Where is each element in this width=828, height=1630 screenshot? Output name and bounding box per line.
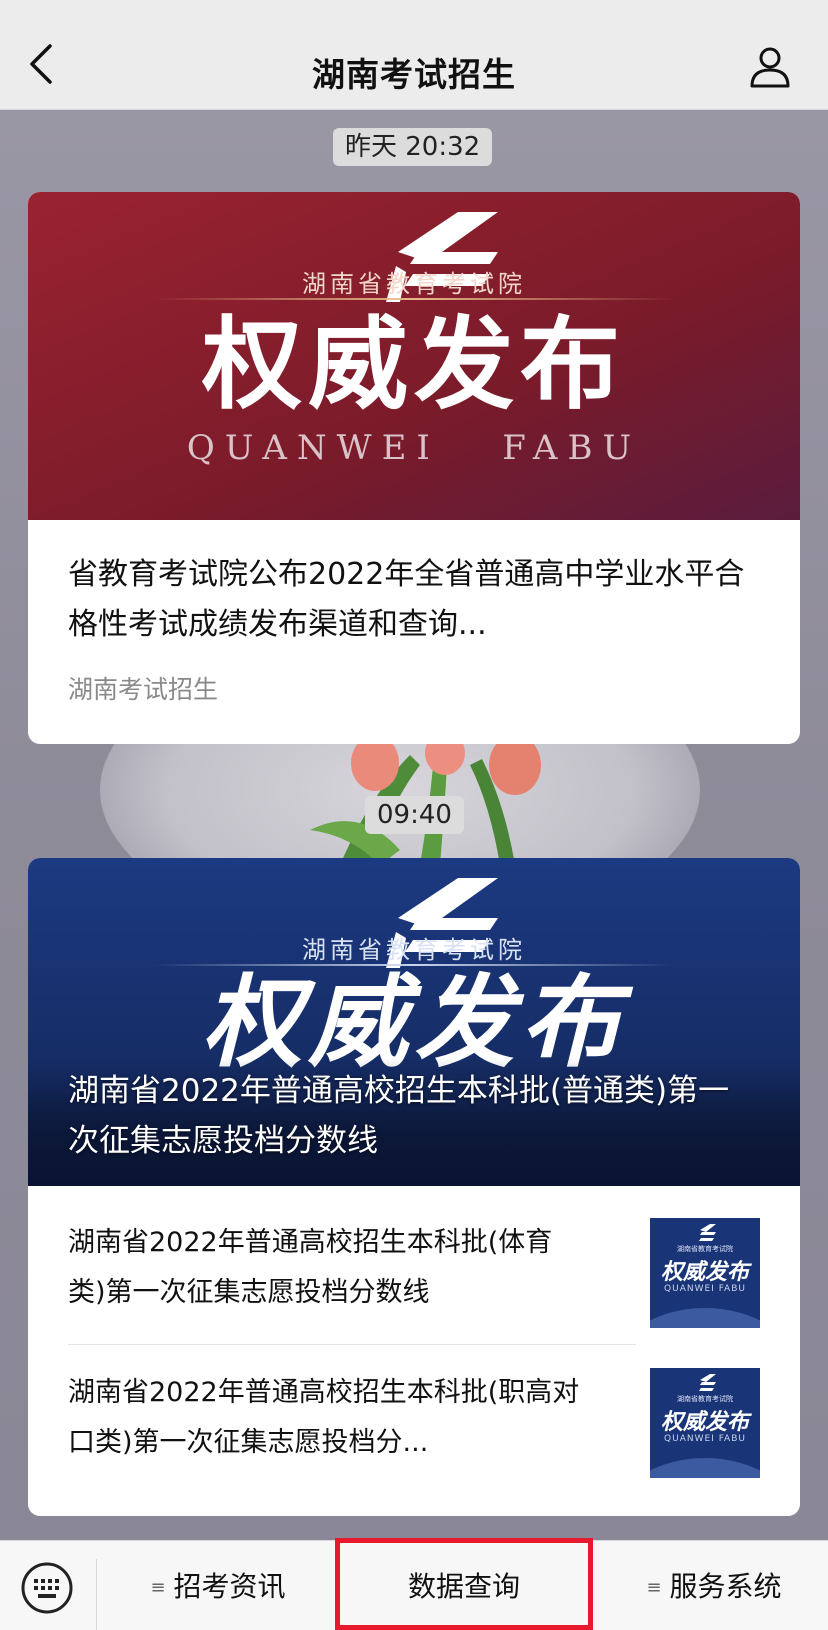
list-item[interactable]: 湖南省2022年普通高校招生本科批(职高对口类)第一次征集志愿投档分... 湖南… (28, 1338, 800, 1516)
thumb-pinyin: QUANWEI FABU (664, 1434, 746, 1444)
keyboard-icon[interactable] (20, 1561, 74, 1615)
banner-pinyin: QUANWEI FABU (186, 428, 642, 468)
thumb-pinyin: QUANWEI FABU (664, 1284, 746, 1294)
article-title[interactable]: 湖南省2022年普通高校招生本科批(职高对口类)第一次征集志愿投档分... (68, 1368, 588, 1468)
banner-headline: 权威发布 (202, 306, 626, 423)
message-timestamp: 09:40 (365, 796, 464, 834)
banner-rule (154, 298, 674, 300)
menu-item-exam-news[interactable]: ≡ 招考资讯 (100, 1541, 336, 1630)
thumb-org: 湖南省教育考试院 (677, 1395, 733, 1403)
page-title: 湖南考试招生 (312, 55, 516, 94)
article-title[interactable]: 省教育考试院公布2022年全省普通高中学业水平合格性考试成绩发布渠道和查询... (68, 550, 760, 650)
article-thumbnail: 湖南省教育考试院 权威发布 QUANWEI FABU (615, 1218, 795, 1428)
article-thumbnail: 湖南省教育考试院 权威发布 QUANWEI FABU (615, 1368, 795, 1516)
menu-list-icon: ≡ (150, 1577, 166, 1598)
person-icon[interactable] (748, 44, 792, 88)
divider (96, 1559, 97, 1630)
lead-article-cover[interactable]: 湖南省教育考试院 权威发布 湖南省2022年普通高校招生本科批(普通类)第一次征… (28, 858, 800, 1186)
banner-org-name: 湖南省教育考试院 (302, 936, 526, 964)
menu-item-label: 招考资讯 (173, 1570, 286, 1603)
article-card[interactable]: 湖南省教育考试院 权威发布 QUANWEI FABU 省教育考试院公布2022年… (28, 192, 800, 744)
highlight-annotation-box (335, 1538, 593, 1630)
banner-org-name: 湖南省教育考试院 (302, 270, 526, 298)
menu-item-label: 服务系统 (669, 1570, 782, 1603)
article-cover-banner: 湖南省教育考试院 权威发布 QUANWEI FABU (28, 192, 800, 520)
thumb-org: 湖南省教育考试院 (677, 1245, 733, 1253)
menu-list-icon: ≡ (646, 1577, 662, 1598)
list-item[interactable]: 湖南省2022年普通高校招生本科批(体育类)第一次征集志愿投档分数线 湖南省教育… (28, 1188, 800, 1428)
article-title[interactable]: 湖南省2022年普通高校招生本科批(体育类)第一次征集志愿投档分数线 (68, 1218, 588, 1318)
thumb-headline: 权威发布 (660, 1260, 749, 1285)
message-timestamp: 昨天 20:32 (333, 128, 493, 166)
article-source: 湖南考试招生 (68, 675, 219, 704)
multi-article-card: 湖南省教育考试院 权威发布 湖南省2022年普通高校招生本科批(普通类)第一次征… (28, 858, 800, 1516)
lead-article-title[interactable]: 湖南省2022年普通高校招生本科批(普通类)第一次征集志愿投档分数线 (68, 1066, 760, 1166)
top-nav-bar: 湖南考试招生 (0, 0, 828, 110)
thumb-headline: 权威发布 (660, 1410, 749, 1435)
menu-item-service-system[interactable]: ≡ 服务系统 (600, 1541, 828, 1630)
